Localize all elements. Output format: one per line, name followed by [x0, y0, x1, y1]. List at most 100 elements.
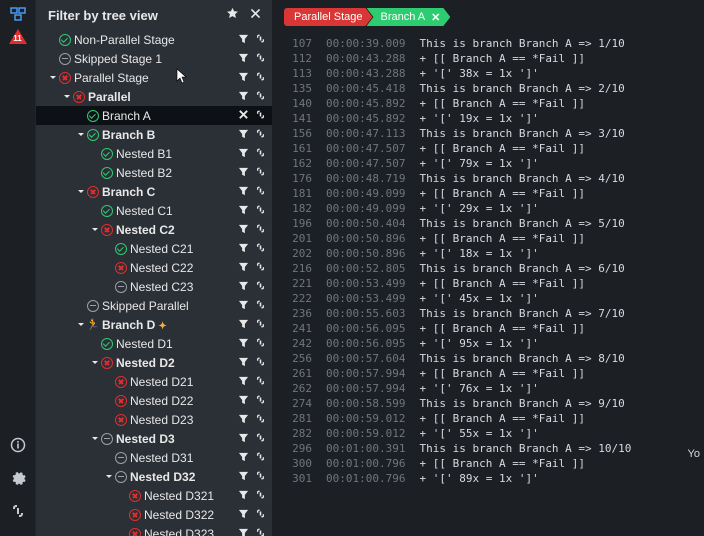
gear-icon[interactable] [10, 470, 26, 489]
tree-row[interactable]: Nested D321 [36, 486, 272, 505]
chevron-down-icon[interactable] [76, 321, 86, 329]
tree-row[interactable]: Nested C22 [36, 258, 272, 277]
filter-icon[interactable] [238, 375, 249, 389]
link-icon[interactable] [255, 261, 266, 275]
tree-row[interactable]: Branch C [36, 182, 272, 201]
link-icon[interactable] [255, 128, 266, 142]
filter-icon[interactable] [238, 71, 249, 85]
link-icon[interactable] [255, 280, 266, 294]
link-icon[interactable] [255, 52, 266, 66]
link-icon[interactable] [255, 166, 266, 180]
filter-icon[interactable] [238, 470, 249, 484]
info-icon[interactable] [10, 437, 26, 456]
link-icon[interactable] [255, 375, 266, 389]
tree-row[interactable]: Nested C23 [36, 277, 272, 296]
link-icon[interactable] [255, 299, 266, 313]
chevron-down-icon[interactable] [76, 188, 86, 196]
filter-icon[interactable] [238, 166, 249, 180]
tree-row[interactable]: Nested C1 [36, 201, 272, 220]
link-icon[interactable] [255, 204, 266, 218]
filter-icon[interactable] [238, 242, 249, 256]
chevron-down-icon[interactable] [90, 435, 100, 443]
link-icon[interactable] [255, 337, 266, 351]
link-icon[interactable] [255, 470, 266, 484]
filter-icon[interactable] [238, 451, 249, 465]
dashboard-icon[interactable] [10, 6, 26, 25]
tree-row[interactable]: Nested D3 [36, 429, 272, 448]
tree-row[interactable]: Parallel Stage [36, 68, 272, 87]
link-icon[interactable] [255, 33, 266, 47]
tree-view[interactable]: Non-Parallel StageSkipped Stage 1Paralle… [36, 30, 272, 536]
link-icon[interactable] [10, 503, 26, 522]
link-icon[interactable] [255, 432, 266, 446]
tree-row[interactable]: Nested D22 [36, 391, 272, 410]
alert-badge[interactable]: 11 [9, 29, 27, 44]
filter-icon[interactable] [238, 489, 249, 503]
link-icon[interactable] [255, 508, 266, 522]
close-icon[interactable]: ✕ [431, 11, 440, 24]
tree-row[interactable]: Nested C21 [36, 239, 272, 258]
close-icon[interactable] [249, 7, 262, 23]
link-icon[interactable] [255, 185, 266, 199]
chevron-down-icon[interactable] [48, 74, 58, 82]
tree-row[interactable]: Nested C2 [36, 220, 272, 239]
breadcrumb-item[interactable]: Parallel Stage [284, 8, 373, 26]
filter-icon[interactable] [238, 128, 249, 142]
tree-row[interactable]: Nested D31 [36, 448, 272, 467]
link-icon[interactable] [255, 223, 266, 237]
tree-row[interactable]: Non-Parallel Stage [36, 30, 272, 49]
tree-row[interactable]: Nested D2 [36, 353, 272, 372]
chevron-down-icon[interactable] [76, 131, 86, 139]
link-icon[interactable] [255, 356, 266, 370]
filter-icon[interactable] [238, 185, 249, 199]
link-icon[interactable] [255, 489, 266, 503]
tree-row[interactable]: Skipped Parallel [36, 296, 272, 315]
filter-icon[interactable] [238, 337, 249, 351]
filter-icon[interactable] [238, 223, 249, 237]
filter-icon[interactable] [238, 52, 249, 66]
breadcrumb-item[interactable]: Branch A✕ [367, 8, 451, 26]
link-icon[interactable] [255, 394, 266, 408]
filter-icon[interactable] [238, 147, 249, 161]
tree-row[interactable]: Nested D323 [36, 524, 272, 536]
filter-icon[interactable] [238, 508, 249, 522]
tree-row[interactable]: Nested D23 [36, 410, 272, 429]
filter-icon[interactable] [238, 394, 249, 408]
filter-icon[interactable] [238, 527, 249, 536]
link-icon[interactable] [255, 413, 266, 427]
link-icon[interactable] [255, 318, 266, 332]
tree-row[interactable]: Nested D21 [36, 372, 272, 391]
tree-row[interactable]: Nested D322 [36, 505, 272, 524]
filter-icon[interactable] [238, 33, 249, 47]
tree-row[interactable]: Branch B [36, 125, 272, 144]
link-icon[interactable] [255, 242, 266, 256]
tree-row[interactable]: Skipped Stage 1 [36, 49, 272, 68]
filter-icon[interactable] [238, 90, 249, 104]
link-icon[interactable] [255, 90, 266, 104]
chevron-down-icon[interactable] [104, 473, 114, 481]
filter-icon[interactable] [238, 413, 249, 427]
filter-icon[interactable] [238, 261, 249, 275]
chevron-down-icon[interactable] [90, 359, 100, 367]
filter-icon[interactable] [238, 204, 249, 218]
filter-icon[interactable] [238, 280, 249, 294]
link-icon[interactable] [255, 147, 266, 161]
tree-row[interactable]: Parallel [36, 87, 272, 106]
link-icon[interactable] [255, 109, 266, 123]
link-icon[interactable] [255, 527, 266, 536]
filter-icon[interactable] [238, 432, 249, 446]
tree-row[interactable]: Nested B1 [36, 144, 272, 163]
filter-icon[interactable] [238, 299, 249, 313]
filter-icon[interactable] [238, 318, 249, 332]
tree-row[interactable]: Nested D32 [36, 467, 272, 486]
star-icon[interactable] [226, 7, 239, 23]
chevron-down-icon[interactable] [90, 226, 100, 234]
tree-row[interactable]: Branch A [36, 106, 272, 125]
link-icon[interactable] [255, 71, 266, 85]
clear-filter-icon[interactable] [238, 109, 249, 123]
log-output[interactable]: 10700:00:39.009This is branch Branch A =… [272, 34, 704, 536]
tree-row[interactable]: 🏃Branch D✦ [36, 315, 272, 334]
chevron-down-icon[interactable] [62, 93, 72, 101]
filter-icon[interactable] [238, 356, 249, 370]
tree-row[interactable]: Nested B2 [36, 163, 272, 182]
